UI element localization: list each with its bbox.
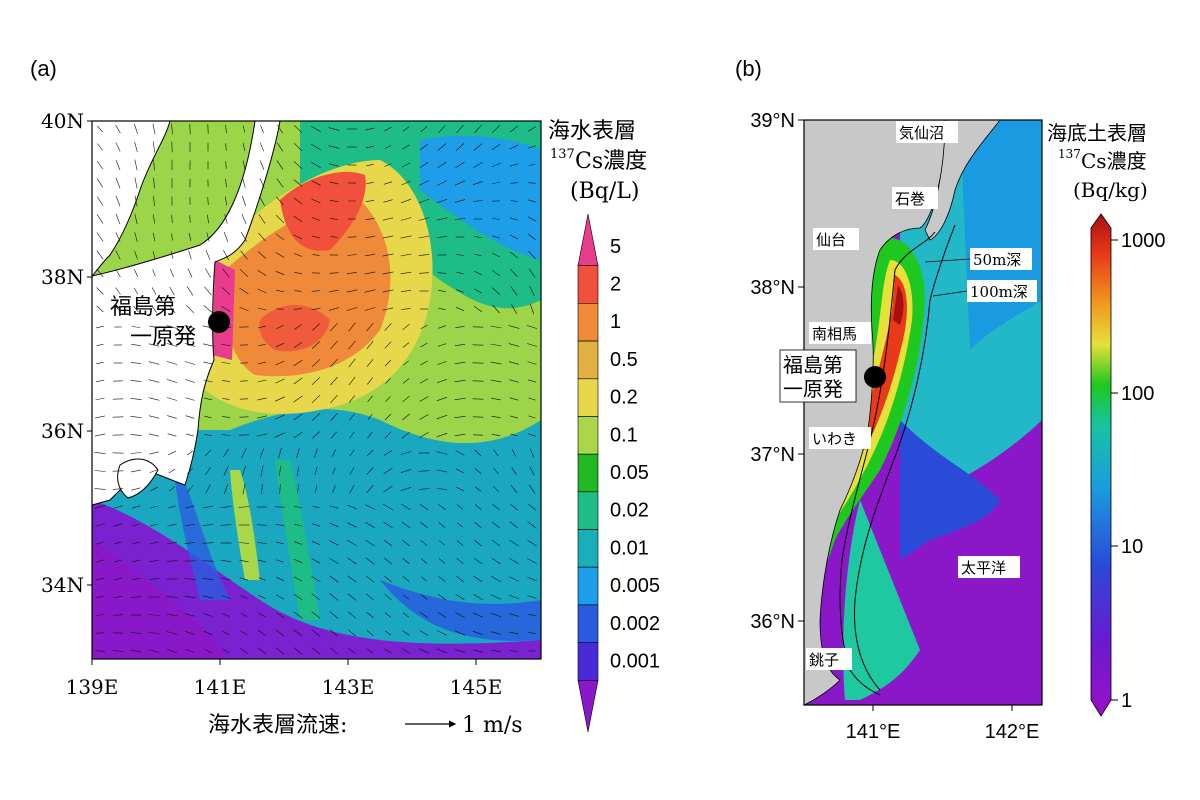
place-kesennuma: 気仙沼 — [899, 124, 944, 142]
colorbar-a-segment — [577, 416, 599, 455]
colorbar-b-title-line3: (Bq/kg) — [1073, 178, 1148, 202]
panel-a-label: (a) — [30, 56, 57, 81]
colorbar-a-segment — [577, 604, 599, 643]
colorbar-b-title-sup: 137 — [1058, 147, 1081, 161]
colorbar-a-level: 0.02 — [610, 500, 649, 522]
colorbar-a-segment — [577, 265, 599, 304]
contour-100m-label: 100m深 — [970, 283, 1028, 301]
colorbar-b-tick-100: 100 — [1121, 383, 1154, 405]
colorbar-a-segment — [577, 566, 599, 606]
colorbar-b-tick-10: 10 — [1121, 536, 1143, 558]
contour-50m-label: 50m深 — [973, 251, 1021, 269]
colorbar-a-level: 0.005 — [610, 575, 660, 597]
colorbar-a-title-line2: Cs濃度 — [575, 149, 647, 174]
colorbar-a-level: 1 — [610, 311, 621, 333]
colorbar-b-tick-1: 1 — [1121, 690, 1132, 712]
place-choshi: 銚子 — [809, 651, 839, 669]
lat-tick-38n-b: 38°N — [750, 277, 795, 299]
lon-tick-145e: 145E — [450, 675, 503, 699]
colorbar-b — [1090, 213, 1112, 717]
figure-canvas: (a) 40N 38N 36N 34N 139E 141E 143E 145E … — [30, 56, 1166, 743]
lon-tick-142e-b: 142°E — [985, 721, 1040, 743]
place-ishinomaki: 石巻 — [895, 190, 925, 208]
colorbar-a-level: 0.5 — [610, 349, 638, 371]
colorbar-a-segment — [577, 680, 599, 733]
site-label-b-line2: 一原発 — [783, 377, 843, 401]
lat-tick-36n: 36N — [41, 419, 84, 443]
lon-tick-139e: 139E — [66, 675, 119, 699]
place-iwaki: いわき — [812, 430, 857, 448]
lat-tick-38n: 38N — [41, 265, 84, 289]
velocity-ref-value: 1 m/s — [462, 713, 523, 738]
lon-tick-141e: 141E — [194, 675, 247, 699]
lon-tick-141e-b: 141°E — [846, 721, 901, 743]
colorbar-a-level: 2 — [610, 274, 621, 296]
panel-b-label: (b) — [735, 56, 762, 81]
colorbar-a-level: 0.1 — [610, 424, 638, 446]
panel-a-lon-axis: 139E 141E 143E 145E — [66, 675, 503, 699]
place-sendai: 仙台 — [816, 231, 846, 249]
colorbar-a-segment — [577, 340, 599, 380]
colorbar-b-title-line2: Cs濃度 — [1081, 149, 1147, 173]
colorbar-a-level: 5 — [610, 236, 621, 258]
colorbar-a-segment — [577, 213, 599, 266]
colorbar-a-title-line3: (Bq/L) — [570, 179, 639, 204]
site-label-b-line1: 福島第 — [783, 353, 843, 377]
colorbar-a-title: 海水表層 137 Cs濃度 (Bq/L) — [548, 119, 647, 204]
lat-tick-37n-b: 37°N — [750, 444, 795, 466]
colorbar-b-title: 海底土表層 137 Cs濃度 (Bq/kg) — [1047, 121, 1148, 202]
colorbar-a-title-line1: 海水表層 — [548, 119, 636, 144]
colorbar-a-level: 0.2 — [610, 387, 638, 409]
colorbar-b-labels: 1000 100 10 1 — [1121, 230, 1166, 712]
colorbar-a-segment — [577, 453, 599, 493]
place-pacific: 太平洋 — [961, 559, 1006, 577]
colorbar-a-segment — [577, 529, 599, 568]
panel-a-lat-axis: 40N 38N 36N 34N — [41, 109, 84, 597]
colorbar-a-level: 0.001 — [610, 650, 660, 672]
lat-tick-40n: 40N — [41, 109, 84, 133]
colorbar-a-title-sup: 137 — [550, 147, 575, 162]
site-label-a-line2: 一原発 — [130, 325, 196, 350]
colorbar-a-segment — [577, 642, 599, 681]
colorbar-a — [577, 213, 599, 733]
colorbar-a-segment — [577, 491, 599, 530]
colorbar-a-level: 0.05 — [610, 462, 649, 484]
panel-b-lon-axis: 141°E 142°E — [846, 721, 1040, 743]
colorbar-b-title-line1: 海底土表層 — [1047, 121, 1147, 145]
lat-tick-39n: 39°N — [750, 110, 795, 132]
fukushima-site-marker-a — [208, 311, 230, 333]
site-label-a-line1: 福島第 — [110, 295, 176, 320]
colorbar-a-segment — [577, 303, 599, 342]
colorbar-a-level: 0.01 — [610, 537, 649, 559]
colorbar-b-tick-1000: 1000 — [1121, 230, 1166, 252]
fukushima-site-marker-b — [864, 366, 886, 388]
colorbar-a-level: 0.002 — [610, 613, 660, 635]
velocity-label: 海水表層流速: — [208, 713, 347, 738]
place-minamisoma: 南相馬 — [812, 325, 857, 343]
colorbar-a-labels: 5 2 1 0.5 0.2 0.1 0.05 0.02 0.01 0.005 0.002 0.001 — [610, 236, 660, 673]
lat-tick-34n: 34N — [41, 573, 84, 597]
colorbar-a-segment — [577, 378, 599, 417]
site-label-b: 福島第 一原発 — [783, 353, 843, 401]
lat-tick-36n-b: 36°N — [750, 611, 795, 633]
lon-tick-143e: 143E — [322, 675, 375, 699]
